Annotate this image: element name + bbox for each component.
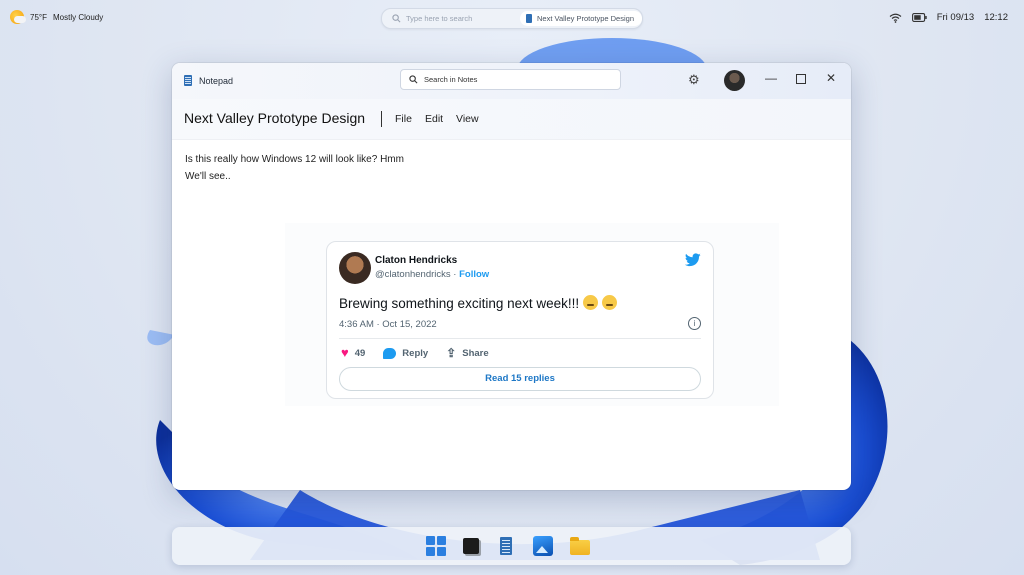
document-title[interactable]: Next Valley Prototype Design <box>184 110 365 126</box>
partly-cloudy-icon <box>10 10 26 24</box>
file-explorer-icon[interactable] <box>570 537 590 555</box>
share-icon: ⇪ <box>446 346 457 360</box>
recent-search-label: Next Valley Prototype Design <box>537 14 634 23</box>
app-title: Notepad <box>184 75 233 86</box>
tweet-avatar[interactable] <box>339 252 371 284</box>
tweet-handle-line: @clatonhendricks · Follow <box>375 269 489 280</box>
recent-search-chip[interactable]: Next Valley Prototype Design <box>520 11 642 26</box>
maximize-icon <box>796 74 806 84</box>
follow-link[interactable]: Follow <box>459 269 489 280</box>
settings-gear-icon[interactable]: ⚙ <box>688 72 700 88</box>
top-bar: 75°F Mostly Cloudy Type here to search N… <box>0 0 1024 36</box>
menu-bar: Next Valley Prototype Design File Edit V… <box>172 99 851 140</box>
search-icon <box>409 75 418 84</box>
note-body[interactable]: Is this really how Windows 12 will look … <box>172 140 851 196</box>
wifi-icon[interactable] <box>889 13 902 23</box>
tweet-divider <box>339 338 701 339</box>
like-count: 49 <box>354 347 366 359</box>
app-name: Notepad <box>199 75 234 86</box>
notes-search-placeholder: Search in Notes <box>424 75 478 84</box>
tweet-actions: ♥ 49 Reply ⇪ Share <box>341 346 489 360</box>
tray-date[interactable]: Fri 09/13 <box>937 12 975 23</box>
minimize-button[interactable]: — <box>763 71 779 85</box>
handle-separator: · <box>450 269 460 280</box>
taskbar-search[interactable]: Type here to search Next Valley Prototyp… <box>381 8 643 29</box>
taskbar-apps <box>426 536 590 556</box>
reply-button[interactable]: Reply <box>383 346 428 360</box>
tweet-author-name[interactable]: Claton Hendricks <box>375 255 457 266</box>
heart-icon: ♥ <box>341 345 349 360</box>
tweet-timestamp[interactable]: 4:36 AM · Oct 15, 2022 <box>339 319 437 330</box>
read-replies-button[interactable]: Read 15 replies <box>339 367 701 391</box>
sealed-lips-emoji-icon <box>602 295 618 310</box>
reply-bubble-icon <box>383 347 397 359</box>
notepad-icon <box>184 75 192 86</box>
notepad-window: Notepad Search in Notes ⚙ — ✕ Next Valle… <box>172 63 851 490</box>
search-icon <box>392 14 401 23</box>
battery-icon[interactable] <box>911 13 927 22</box>
tweet-text: Brewing something exciting next week!!! <box>339 295 618 311</box>
note-line: We'll see.. <box>185 171 231 182</box>
title-separator <box>381 111 382 127</box>
user-avatar[interactable] <box>724 70 745 91</box>
tweet-text-content: Brewing something exciting next week!!! <box>339 296 580 311</box>
reply-label: Reply <box>402 347 429 359</box>
system-tray: Fri 09/13 12:12 <box>889 12 1008 23</box>
menu-view[interactable]: View <box>456 113 479 125</box>
maximize-button[interactable] <box>793 71 809 87</box>
share-button[interactable]: ⇪ Share <box>446 346 488 360</box>
taskbar <box>172 527 851 565</box>
note-line: Is this really how Windows 12 will look … <box>185 154 404 165</box>
start-icon[interactable] <box>426 536 446 556</box>
close-button[interactable]: ✕ <box>823 71 839 85</box>
sealed-lips-emoji-icon <box>583 295 599 310</box>
share-label: Share <box>462 347 489 359</box>
terminal-icon[interactable] <box>463 538 479 554</box>
search-placeholder: Type here to search <box>406 14 473 23</box>
menu-edit[interactable]: Edit <box>425 113 443 125</box>
twitter-bird-icon[interactable] <box>685 252 701 268</box>
menu-file[interactable]: File <box>395 113 412 125</box>
embedded-tweet-image: Claton Hendricks @clatonhendricks · Foll… <box>285 223 779 406</box>
tweet-card[interactable]: Claton Hendricks @clatonhendricks · Foll… <box>326 241 714 399</box>
notes-search-input[interactable]: Search in Notes <box>400 69 621 90</box>
weather-temp: 75°F <box>30 12 47 22</box>
tray-time[interactable]: 12:12 <box>984 12 1008 23</box>
notepad-icon[interactable] <box>500 537 512 555</box>
weather-condition: Mostly Cloudy <box>52 12 104 22</box>
title-bar[interactable]: Notepad Search in Notes ⚙ — ✕ <box>172 63 851 99</box>
photos-icon[interactable] <box>533 536 553 556</box>
info-icon[interactable]: i <box>688 317 701 330</box>
tweet-handle[interactable]: @clatonhendricks <box>375 269 451 280</box>
notepad-icon <box>526 14 532 23</box>
like-button[interactable]: ♥ 49 <box>341 346 365 360</box>
weather-widget[interactable]: 75°F Mostly Cloudy <box>10 10 103 24</box>
